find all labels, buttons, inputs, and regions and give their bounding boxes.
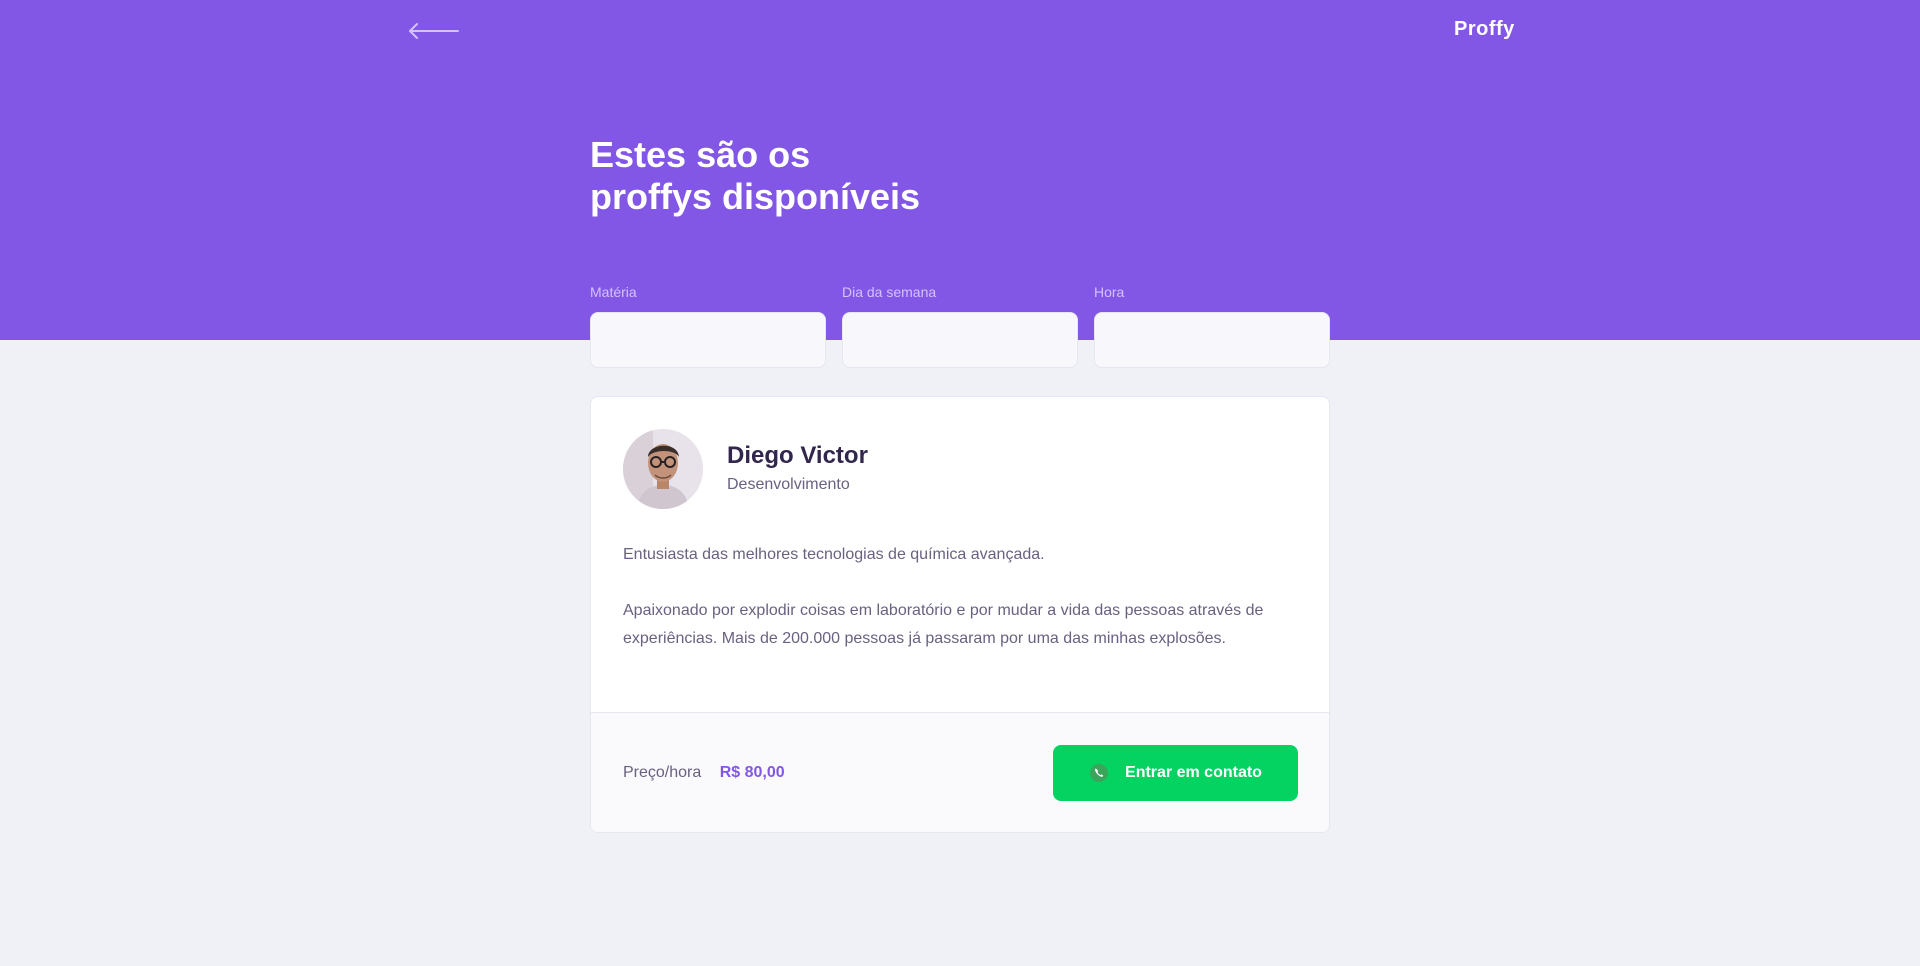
page-title-line-1: Estes são os bbox=[590, 134, 811, 175]
teacher-card-footer: Preço/hora R$ 80,00 Entrar em contato bbox=[591, 712, 1329, 832]
back-link[interactable] bbox=[408, 20, 460, 42]
page-title: Estes são os proffys disponíveis bbox=[590, 134, 1090, 218]
page-title-line-2: proffys disponíveis bbox=[590, 176, 921, 217]
subject-input[interactable] bbox=[590, 312, 826, 368]
bio-paragraph: Apaixonado por explodir coisas em labora… bbox=[623, 602, 1264, 647]
contact-button-label: Entrar em contato bbox=[1125, 764, 1262, 781]
price-value: R$ 80,00 bbox=[719, 764, 785, 781]
filter-weekday: Dia da semana bbox=[842, 282, 1078, 368]
teacher-bio: Entusiasta das melhores tecnologias de q… bbox=[623, 541, 1283, 653]
filter-subject: Matéria bbox=[590, 282, 826, 368]
filter-time: Hora bbox=[1094, 282, 1330, 368]
proffy-logo: Proffy bbox=[1454, 18, 1515, 40]
teacher-name: Diego Victor bbox=[727, 442, 868, 469]
subject-label: Matéria bbox=[590, 284, 637, 300]
price-label: Preço/hora bbox=[623, 764, 702, 781]
whatsapp-icon bbox=[1089, 763, 1109, 783]
weekday-label: Dia da semana bbox=[842, 284, 937, 300]
time-input[interactable] bbox=[1094, 312, 1330, 368]
teacher-subject: Desenvolvimento bbox=[727, 476, 850, 493]
page-header: Proffy Estes são os proffys disponíveis … bbox=[0, 0, 1920, 368]
price: Preço/hora R$ 80,00 bbox=[623, 761, 785, 785]
bio-paragraph: Entusiasta das melhores tecnologias de q… bbox=[623, 546, 1045, 563]
teacher-card: Diego Victor Desenvolvimento Entusiasta … bbox=[590, 396, 1330, 833]
weekday-input[interactable] bbox=[842, 312, 1078, 368]
top-bar: Proffy bbox=[0, 0, 1920, 64]
teacher-card-header: Diego Victor Desenvolvimento bbox=[623, 429, 1303, 509]
contact-button[interactable]: Entrar em contato bbox=[1053, 745, 1298, 801]
arrow-left-icon bbox=[409, 23, 459, 39]
time-label: Hora bbox=[1094, 284, 1125, 300]
teacher-avatar bbox=[623, 429, 703, 509]
